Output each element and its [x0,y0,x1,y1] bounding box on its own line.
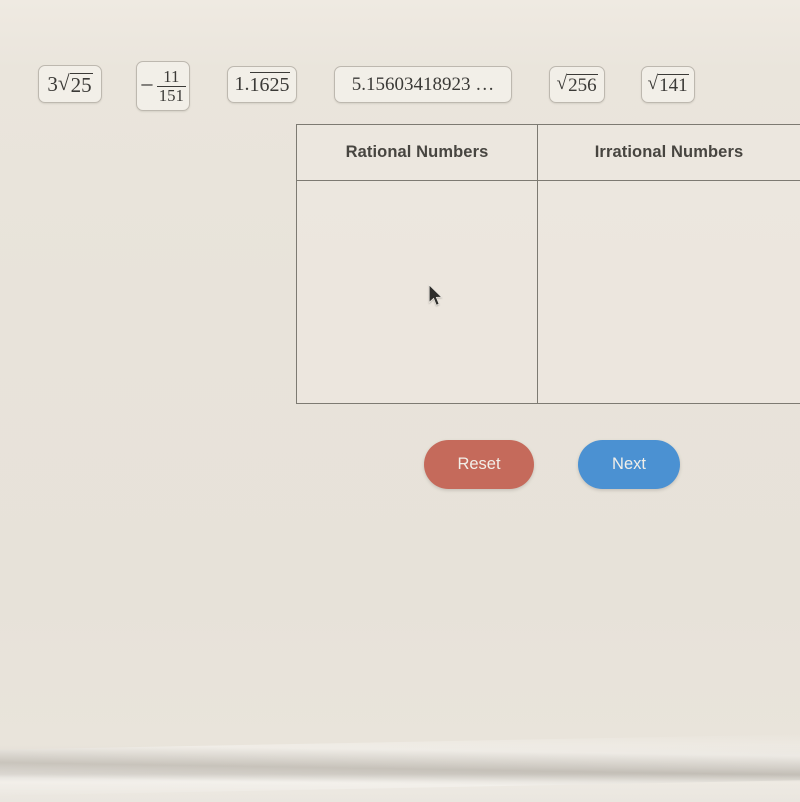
action-button-row: Reset Next [424,440,680,489]
tile-radicand: 25 [69,72,93,97]
tile-3-sqrt-25[interactable]: 3 √ 25 [38,65,102,103]
fraction-numerator: 11 [163,67,180,87]
fraction-denominator: 151 [156,85,186,105]
radical-icon: √ 256 [556,73,598,96]
tile-coefficient: 3 [47,71,58,96]
number-tile-strip: 3 √ 25 − 11 151 1. 1625 5.15603418923 … … [0,30,800,111]
radical-icon: √ 25 [57,70,93,97]
page-background: 3 √ 25 − 11 151 1. 1625 5.15603418923 … … [0,0,800,802]
column-header-irrational: Irrational Numbers [594,143,744,161]
reset-button[interactable]: Reset [424,440,534,489]
drop-zone-irrational[interactable] [538,181,800,403]
number-sort-table: Rational Numbers Irrational Numbers [296,124,800,404]
decimal-lead: 1. [234,73,250,95]
tile-negative-11-151[interactable]: − 11 151 [136,61,190,111]
table-body-row [297,181,800,403]
next-button[interactable]: Next [578,440,680,489]
repeating-bar-digits: 1625 [249,72,290,96]
tile-radicand: 141 [658,74,689,96]
tile-radicand: 256 [567,74,598,96]
radical-icon: √ 141 [647,73,689,96]
minus-sign-icon: − [140,72,154,99]
column-header-rational: Rational Numbers [297,125,538,180]
table-header-row: Rational Numbers Irrational Numbers [297,125,800,181]
tile-sqrt-141[interactable]: √ 141 [641,66,695,103]
tile-1-point-1625-repeating[interactable]: 1. 1625 [227,66,297,103]
tile-sqrt-256[interactable]: √ 256 [549,66,605,103]
tile-5-point-15603418923[interactable]: 5.15603418923 … [334,66,512,103]
decimal-value: 5.15603418923 … [351,73,495,95]
paper-crease-highlight [0,733,800,797]
drop-zone-rational[interactable] [297,181,538,403]
fraction: 11 151 [156,67,186,105]
